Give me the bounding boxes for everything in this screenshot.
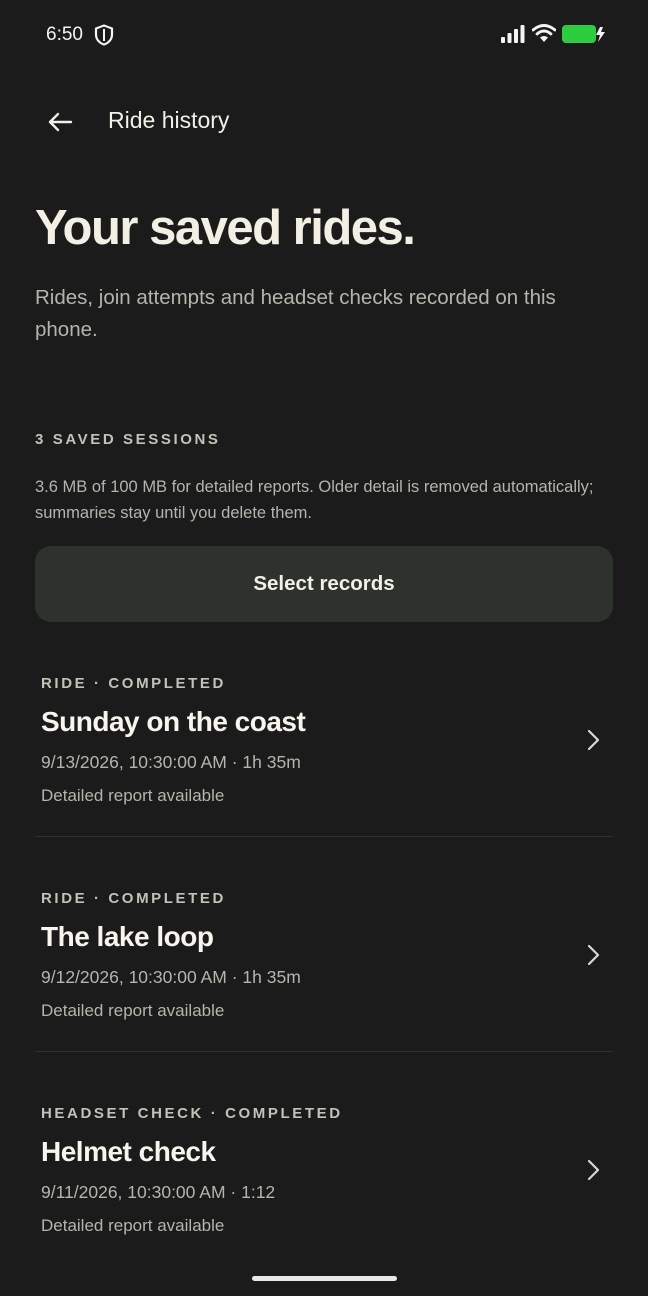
record-kind: HEADSET CHECK · COMPLETED bbox=[41, 1105, 343, 1122]
page-subtitle: Rides, join attempts and headset checks … bbox=[35, 286, 556, 341]
records-list: RIDE · COMPLETED Sunday on the coast 9/1… bbox=[35, 622, 613, 1267]
chevron-right-icon bbox=[587, 729, 600, 751]
record-title: The lake loop bbox=[41, 921, 214, 952]
wifi-icon bbox=[532, 24, 556, 42]
page-title: Your saved rides. bbox=[35, 201, 416, 255]
record-title: Helmet check bbox=[41, 1136, 216, 1167]
record-detail: Detailed report available bbox=[41, 786, 225, 805]
battery-charging-icon bbox=[562, 25, 605, 43]
record-meta: 9/11/2026, 10:30:00 AM · 1:12 bbox=[41, 1182, 276, 1202]
chevron-right-icon bbox=[587, 1159, 600, 1181]
select-records-button[interactable]: Select records bbox=[35, 546, 613, 622]
app-bar-title: Ride history bbox=[108, 107, 230, 133]
record-meta: 9/13/2026, 10:30:00 AM · 1h 35m bbox=[41, 752, 301, 772]
arrow-left-icon bbox=[48, 112, 73, 132]
shield-icon bbox=[94, 24, 114, 46]
chevron-right-icon bbox=[587, 944, 600, 966]
record-title: Sunday on the coast bbox=[41, 706, 306, 737]
cellular-signal-icon bbox=[501, 25, 525, 43]
ride-history-screen: 6:50 Ride history Your saved rides. Ride… bbox=[0, 0, 648, 1296]
record-item[interactable]: HEADSET CHECK · COMPLETED Helmet check 9… bbox=[35, 1052, 613, 1267]
record-detail: Detailed report available bbox=[41, 1216, 225, 1235]
record-kind: RIDE · COMPLETED bbox=[41, 890, 226, 907]
record-meta: 9/12/2026, 10:30:00 AM · 1h 35m bbox=[41, 967, 301, 987]
record-item[interactable]: RIDE · COMPLETED The lake loop 9/12/2026… bbox=[35, 837, 613, 1052]
home-indicator[interactable] bbox=[252, 1276, 397, 1281]
status-bar: 6:50 bbox=[0, 0, 648, 70]
saved-sessions-count: 3 SAVED SESSIONS bbox=[35, 431, 221, 448]
storage-note: 3.6 MB of 100 MB for detailed reports. O… bbox=[35, 478, 594, 522]
back-button[interactable] bbox=[38, 100, 82, 144]
status-time: 6:50 bbox=[46, 24, 83, 45]
record-detail: Detailed report available bbox=[41, 1001, 225, 1020]
record-item[interactable]: RIDE · COMPLETED Sunday on the coast 9/1… bbox=[35, 622, 613, 837]
record-kind: RIDE · COMPLETED bbox=[41, 675, 226, 692]
